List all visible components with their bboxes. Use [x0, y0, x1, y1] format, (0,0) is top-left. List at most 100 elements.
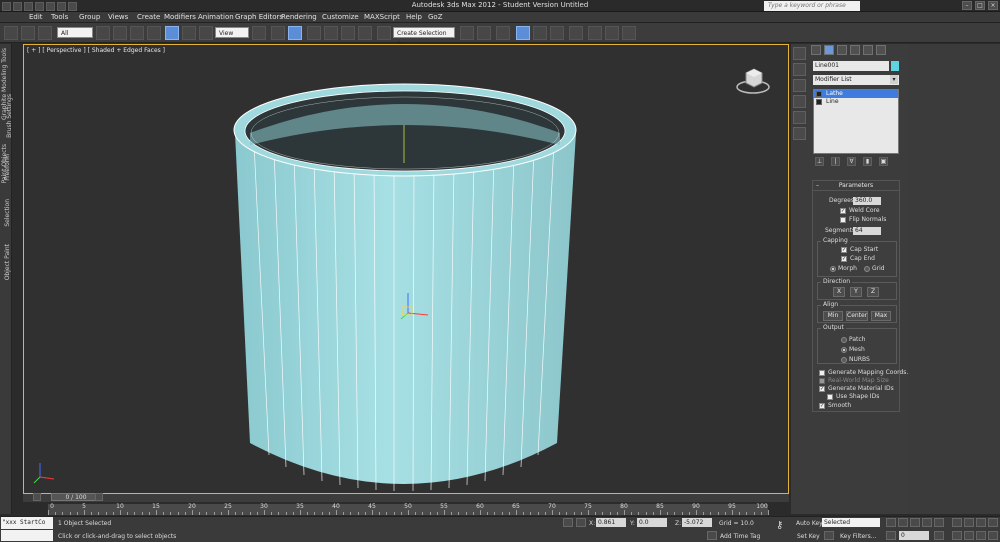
- modify-tab-icon[interactable]: [824, 45, 834, 55]
- ribbon-tab-freeform[interactable]: Freeform: [4, 154, 11, 181]
- select-and-scale-icon[interactable]: [199, 26, 213, 40]
- menu-goz[interactable]: GoZ: [428, 13, 443, 21]
- time-slider[interactable]: 0 / 100: [51, 493, 101, 501]
- smooth-checkbox[interactable]: ✓: [819, 403, 825, 409]
- mesh-radio[interactable]: [841, 347, 847, 353]
- layer-manager-icon[interactable]: [496, 26, 510, 40]
- use-shape-ids-checkbox[interactable]: [827, 394, 833, 400]
- curve-editor-icon[interactable]: [533, 26, 547, 40]
- keyword-search-input[interactable]: Type a keyword or phrase: [764, 1, 860, 11]
- play-icon[interactable]: [910, 518, 920, 527]
- align-min-button[interactable]: Min: [823, 311, 843, 321]
- generate-material-ids-checkbox[interactable]: ✓: [819, 386, 825, 392]
- set-key-button[interactable]: Set Key: [797, 533, 820, 540]
- ribbon-tab-selection[interactable]: Selection: [4, 199, 11, 227]
- menu-views[interactable]: Views: [108, 13, 128, 21]
- x-coordinate-field[interactable]: 0.861: [596, 518, 626, 527]
- add-time-tag-button[interactable]: Add Time Tag: [720, 533, 760, 540]
- stack-item-line[interactable]: Line: [814, 98, 898, 106]
- maxscript-output-field[interactable]: [1, 530, 53, 541]
- edit-named-selection-icon[interactable]: [377, 26, 391, 40]
- weld-core-checkbox[interactable]: ✓: [840, 208, 846, 214]
- key-filter-selection-dropdown[interactable]: Selected: [822, 518, 880, 527]
- maximize-button[interactable]: □: [975, 1, 985, 10]
- maxscript-listener-input[interactable]: "xxx StartCo: [1, 517, 53, 529]
- align-center-button[interactable]: Center: [846, 311, 868, 321]
- degrees-spinner[interactable]: 360.0: [853, 197, 881, 205]
- viewcube[interactable]: [736, 63, 770, 95]
- menu-edit[interactable]: Edit: [29, 13, 43, 21]
- menu-help[interactable]: Help: [406, 13, 422, 21]
- expand-box-icon[interactable]: [816, 99, 822, 105]
- time-tag-icon[interactable]: [707, 531, 717, 540]
- nurbs-radio[interactable]: [841, 357, 847, 363]
- key-icon[interactable]: ⚷: [776, 520, 790, 532]
- zoom-extents-all-icon[interactable]: [988, 518, 998, 527]
- key-mode-toggle-icon[interactable]: [886, 531, 896, 540]
- menu-modifiers[interactable]: Modifiers: [164, 13, 196, 21]
- keyframe-icon[interactable]: [824, 531, 834, 540]
- go-to-start-icon[interactable]: [886, 518, 896, 527]
- render-production-icon[interactable]: [622, 26, 636, 40]
- graphite-ribbon-icon[interactable]: [516, 26, 530, 40]
- cap-start-checkbox[interactable]: ✓: [841, 247, 847, 253]
- make-unique-icon[interactable]: ∀: [847, 157, 856, 166]
- bind-space-warp-icon[interactable]: [38, 26, 52, 40]
- rectangular-selection-icon[interactable]: [130, 26, 144, 40]
- zoom-all-icon[interactable]: [964, 518, 974, 527]
- menu-animation[interactable]: Animation: [198, 13, 234, 21]
- reference-coordinate-dropdown[interactable]: View: [215, 27, 249, 38]
- select-and-manipulate-icon[interactable]: [271, 26, 285, 40]
- ribbon-tab-brush-settings[interactable]: Brush Settings: [6, 94, 13, 138]
- stack-item-lathe[interactable]: Lathe: [814, 90, 898, 98]
- utilities-tab-icon[interactable]: [876, 45, 886, 55]
- perspective-viewport[interactable]: [ + ] [ Perspective ] [ Shaded + Edged F…: [23, 44, 789, 494]
- schematic-view-icon[interactable]: [550, 26, 564, 40]
- key-mode-icon[interactable]: [793, 95, 806, 108]
- configure-modifier-sets-icon[interactable]: ▣: [879, 157, 888, 166]
- absolute-mode-icon[interactable]: [576, 518, 586, 527]
- align-max-button[interactable]: Max: [871, 311, 891, 321]
- display-mode-icon[interactable]: [793, 63, 806, 76]
- menu-rendering[interactable]: Rendering: [281, 13, 317, 21]
- current-frame-field[interactable]: 0: [899, 531, 929, 540]
- hierarchy-tab-icon[interactable]: [837, 45, 847, 55]
- align-icon[interactable]: [477, 26, 491, 40]
- time-slider-next-icon[interactable]: [95, 493, 103, 501]
- key-filters-button[interactable]: Key Filters...: [840, 533, 877, 540]
- morph-radio[interactable]: [830, 266, 836, 272]
- patch-radio[interactable]: [841, 337, 847, 343]
- rendered-frame-window-icon[interactable]: [605, 26, 619, 40]
- select-and-rotate-icon[interactable]: [182, 26, 196, 40]
- next-frame-icon[interactable]: [922, 518, 932, 527]
- show-end-result-icon[interactable]: |: [831, 157, 840, 166]
- unlink-icon[interactable]: [21, 26, 35, 40]
- direction-z-button[interactable]: Z: [867, 287, 879, 297]
- keyboard-shortcut-override-icon[interactable]: [288, 26, 302, 40]
- minimize-button[interactable]: –: [962, 1, 972, 10]
- pin-stack-icon[interactable]: ⊥: [815, 157, 824, 166]
- menu-graph-editors[interactable]: Graph Editors: [235, 13, 283, 21]
- motion-path-icon[interactable]: [793, 111, 806, 124]
- direction-x-button[interactable]: X: [833, 287, 845, 297]
- real-world-checkbox[interactable]: [819, 378, 825, 384]
- select-by-name-icon[interactable]: [113, 26, 127, 40]
- create-tab-icon[interactable]: [811, 45, 821, 55]
- material-editor-icon[interactable]: [569, 26, 583, 40]
- utility-icon[interactable]: [793, 127, 806, 140]
- select-and-move-icon[interactable]: [165, 26, 179, 40]
- select-and-link-icon[interactable]: [4, 26, 18, 40]
- window-crossing-icon[interactable]: [147, 26, 161, 40]
- snaps-toggle-icon[interactable]: [307, 26, 321, 40]
- select-object-icon[interactable]: [96, 26, 110, 40]
- object-color-swatch[interactable]: [891, 61, 899, 71]
- angle-snap-icon[interactable]: [324, 26, 338, 40]
- object-name-field[interactable]: Line001: [813, 61, 889, 71]
- remove-modifier-icon[interactable]: ▮: [863, 157, 872, 166]
- menu-maxscript[interactable]: MAXScript: [364, 13, 400, 21]
- orbit-icon[interactable]: [976, 531, 986, 540]
- auto-key-button[interactable]: Auto Key: [796, 520, 823, 527]
- selection-icon[interactable]: [793, 47, 806, 60]
- menu-group[interactable]: Group: [79, 13, 100, 21]
- segments-spinner[interactable]: 64: [853, 227, 881, 235]
